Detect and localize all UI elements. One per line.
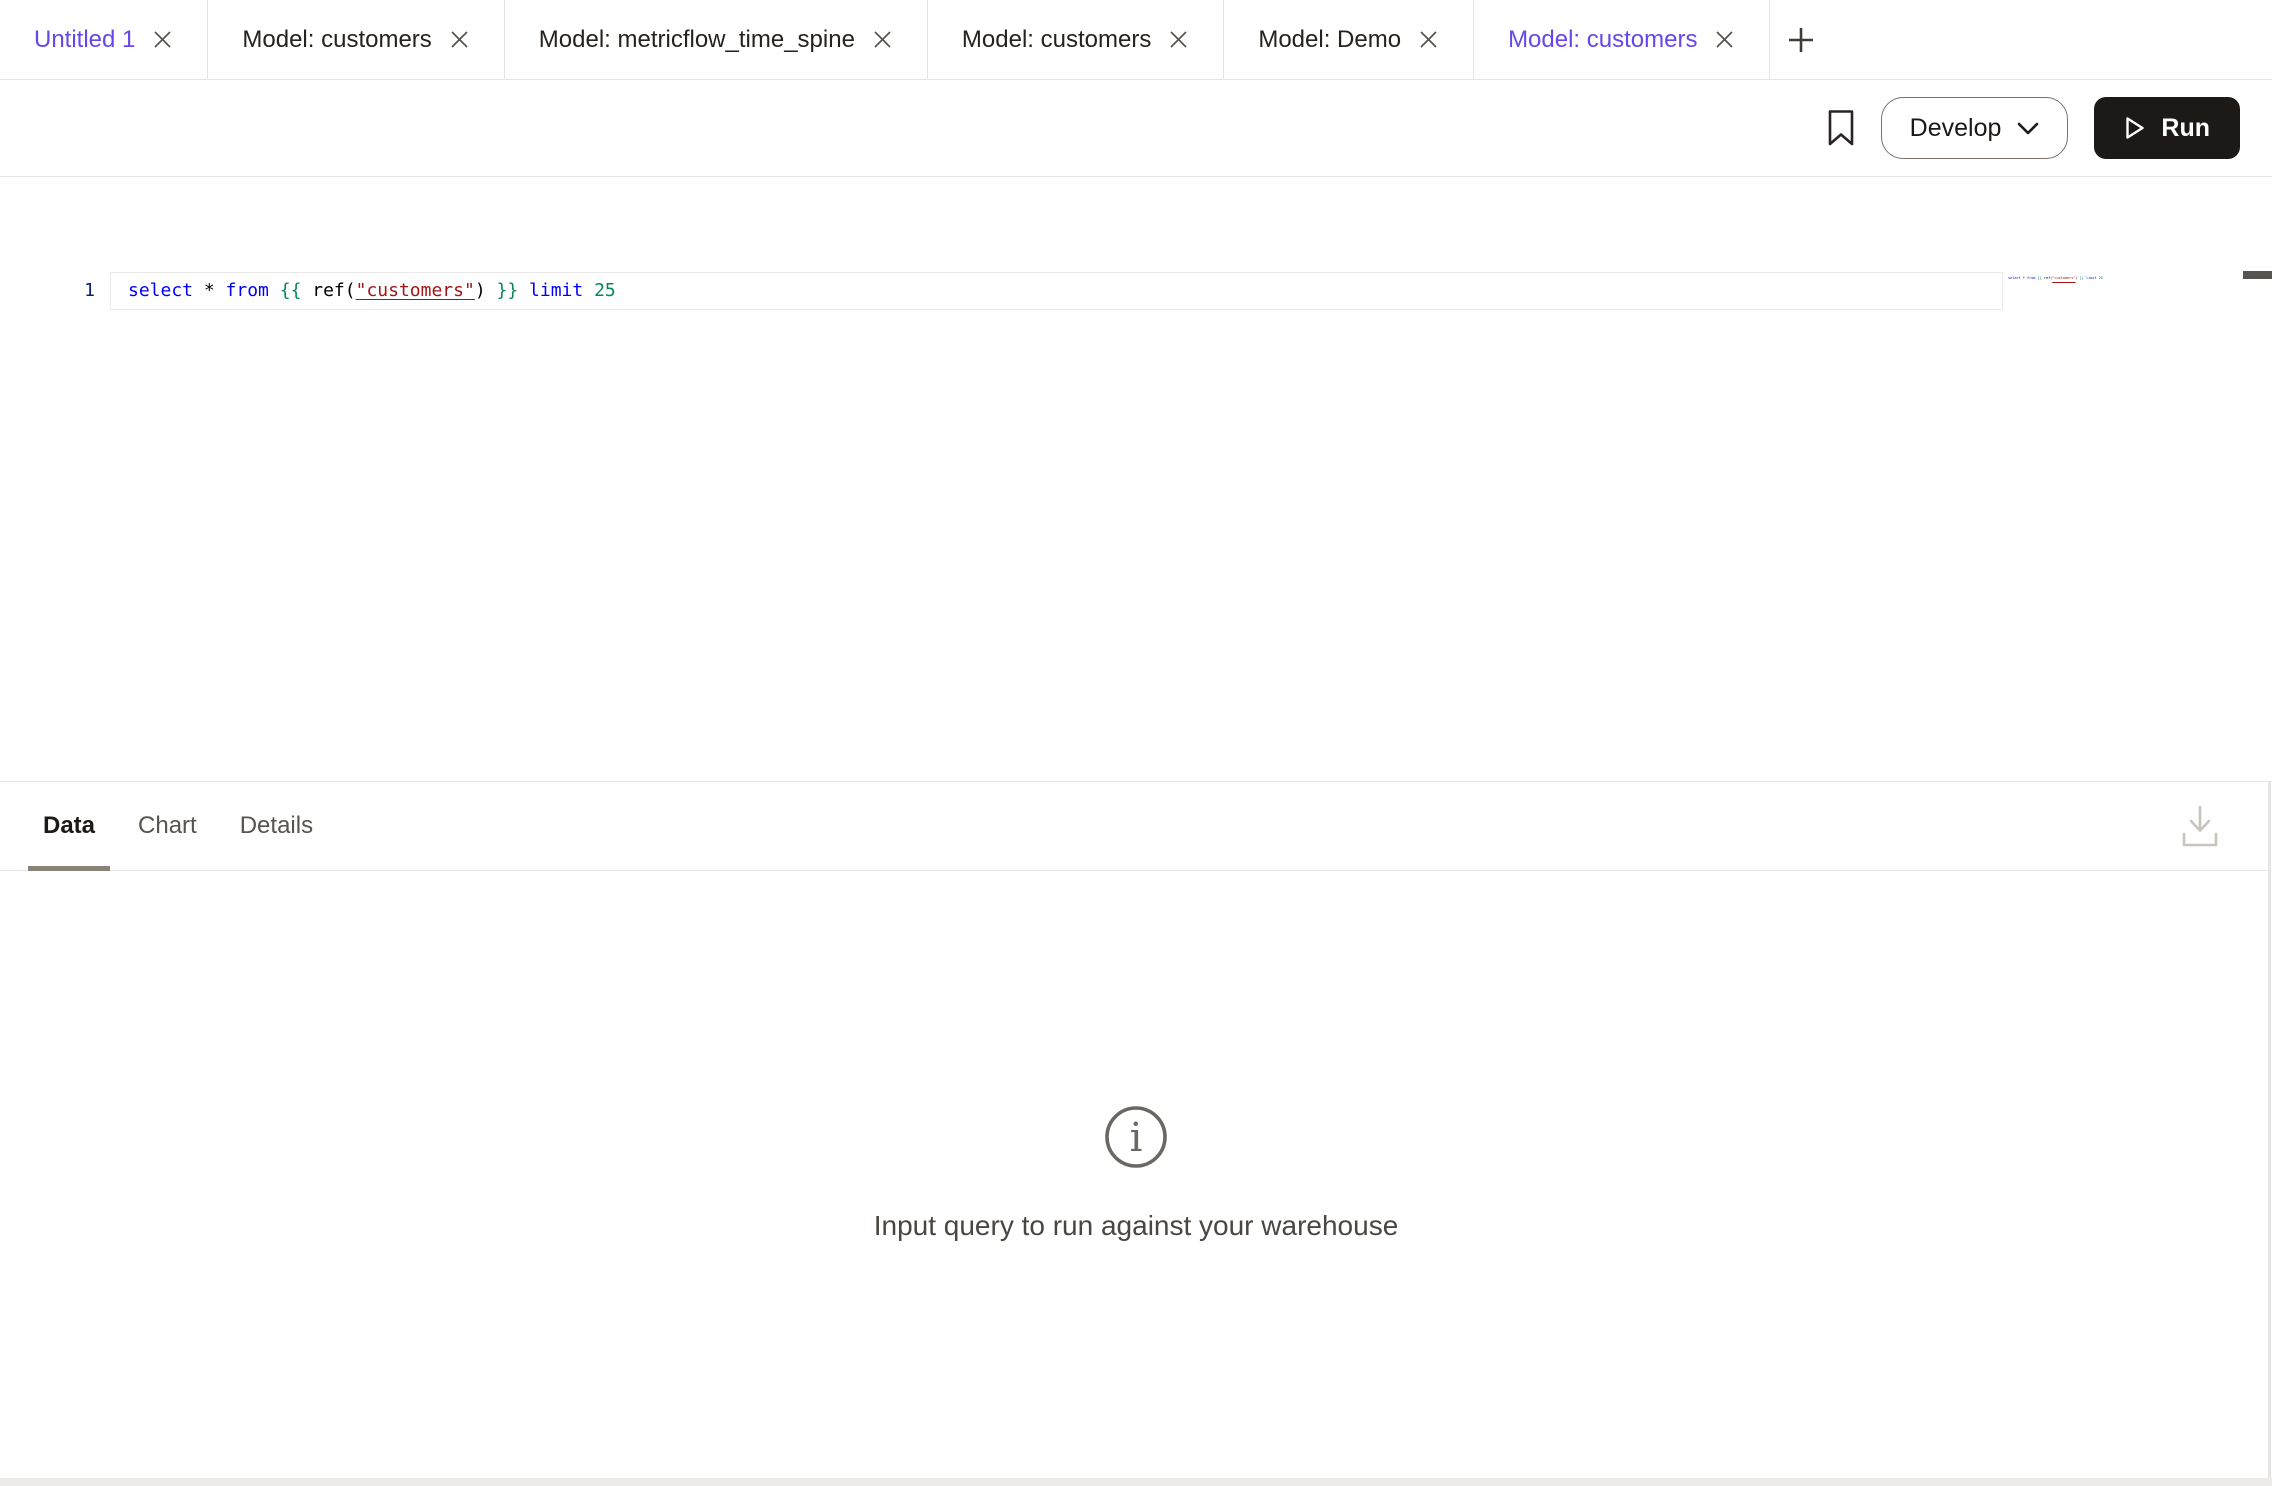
svg-text:i: i [1130,1115,1143,1161]
tab-model-demo[interactable]: Model: Demo [1224,0,1474,79]
sql-editor[interactable]: 1 select * from {{ ref("customers") }} l… [0,178,2272,781]
toolbar: Develop Run [0,80,2272,177]
chevron-down-icon [2017,122,2039,135]
tab-label: Model: customers [242,26,431,54]
code-token: {{ [280,280,313,301]
tab-details[interactable]: Details [225,782,328,870]
info-icon: i [1103,1104,1169,1170]
close-icon[interactable] [872,29,893,50]
code-token: from [2027,276,2038,280]
results-scrollbar-track[interactable] [2268,782,2271,1478]
run-label: Run [2161,114,2210,143]
close-icon[interactable] [1714,29,1735,50]
line-number: 1 [0,272,95,310]
develop-dropdown-button[interactable]: Develop [1881,97,2069,159]
code-token: * [204,280,226,301]
tab-model-customers-3[interactable]: Model: customers [1474,0,1770,79]
minimap[interactable]: select * from {{ ref("customers") }} lim… [2008,274,2118,284]
tab-data[interactable]: Data [28,782,110,870]
code-token: select [128,280,204,301]
code-token: limit [2086,276,2099,280]
code-token: 25 [594,280,616,301]
code-token: select [2008,276,2023,280]
empty-state-message: Input query to run against your warehous… [0,1210,2272,1242]
scrollbar-cursor-marker[interactable] [2243,271,2272,279]
tab-label: Model: customers [1508,26,1697,54]
code-token-ref-link[interactable]: "customers" [2052,276,2075,280]
develop-label: Develop [1910,114,2002,143]
code-token: ref( [312,280,355,301]
code-token: }} [497,280,530,301]
close-icon[interactable] [152,29,173,50]
tab-model-customers-1[interactable]: Model: customers [208,0,504,79]
code-token: limit [529,280,594,301]
editor-tab-bar: Untitled 1 Model: customers Model: metri… [0,0,2272,80]
code-token: from [226,280,280,301]
window-bottom-edge [0,1478,2272,1486]
tab-model-metricflow-time-spine[interactable]: Model: metricflow_time_spine [505,0,928,79]
plus-icon [1786,25,1816,55]
ide-window: Untitled 1 Model: customers Model: metri… [0,0,2272,1486]
close-icon[interactable] [449,29,470,50]
new-tab-button[interactable] [1770,0,1832,79]
code-token-ref-link[interactable]: "customers" [356,280,475,301]
play-icon [2124,115,2146,141]
close-icon[interactable] [1168,29,1189,50]
code-token: 25 [2099,276,2103,280]
results-tab-bar: Data Chart Details [0,781,2272,871]
code-token: ) [475,280,497,301]
tab-label: Model: customers [962,26,1151,54]
tab-label: Model: Demo [1258,26,1401,54]
bookmark-icon [1827,109,1855,147]
bookmark-button[interactable] [1827,109,1855,147]
tab-model-customers-2[interactable]: Model: customers [928,0,1224,79]
run-button[interactable]: Run [2094,97,2240,159]
tab-label: Untitled 1 [34,26,135,54]
tab-untitled-1[interactable]: Untitled 1 [0,0,208,79]
tab-label: Model: metricflow_time_spine [539,26,855,54]
download-results-button[interactable] [2178,800,2222,852]
results-empty-state: i Input query to run against your wareho… [0,1104,2272,1242]
download-icon [2180,801,2220,851]
close-icon[interactable] [1418,29,1439,50]
code-line[interactable]: select * from {{ ref("customers") }} lim… [128,272,616,310]
tab-chart[interactable]: Chart [123,782,212,870]
